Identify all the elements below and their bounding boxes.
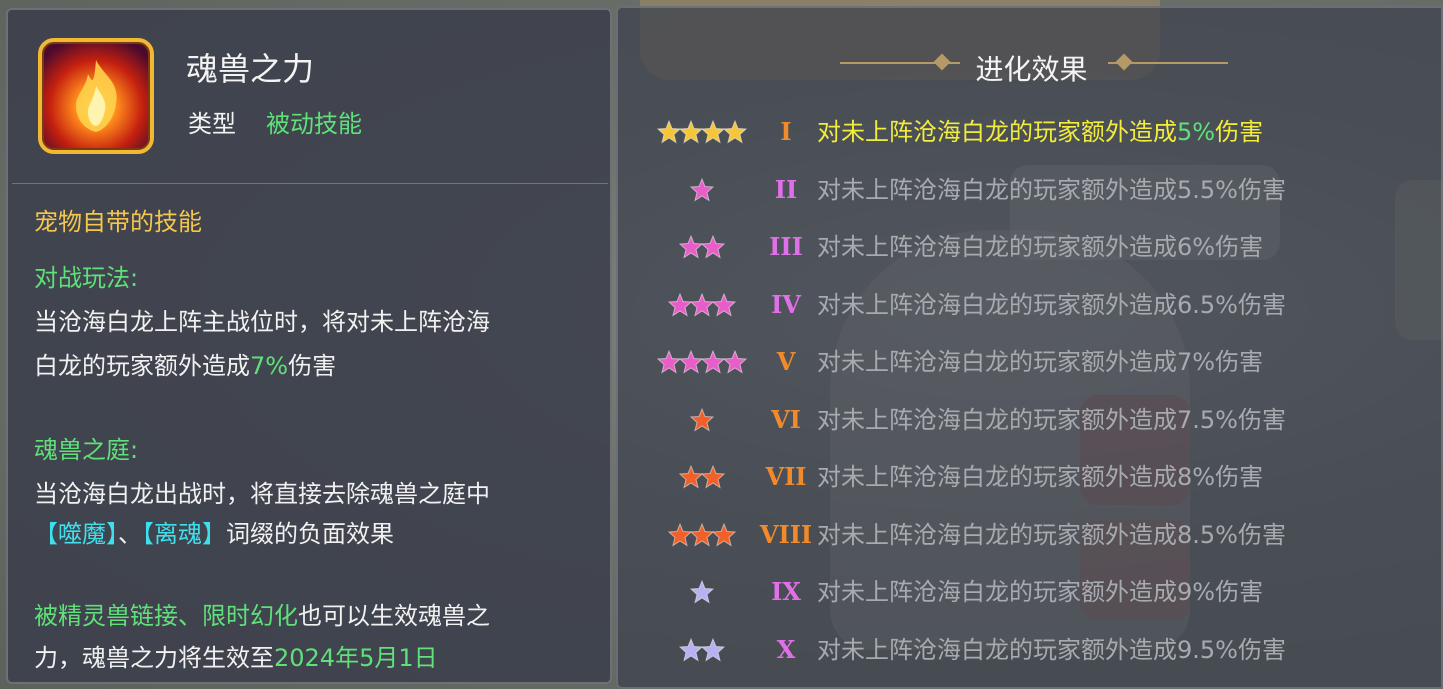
battle-heading: 对战玩法: <box>34 264 139 292</box>
evolution-effect-text: 对未上阵沧海白龙的玩家额外造成7%伤害 <box>817 348 1264 376</box>
evolution-row-5: V 对未上阵沧海白龙的玩家额外造成7%伤害 <box>618 342 1443 382</box>
evolution-row-8: VIII 对未上阵沧海白龙的玩家额外造成8.5%伤害 <box>618 515 1443 555</box>
star-rating <box>646 572 758 612</box>
star-icon <box>723 350 747 374</box>
evolution-effect-text: 对未上阵沧海白龙的玩家额外造成8.5%伤害 <box>817 520 1286 549</box>
star-icon <box>679 637 703 662</box>
skill-name: 魂兽之力 <box>186 50 315 88</box>
skill-type-value: 被动技能 <box>266 110 362 138</box>
effect-value: 5% <box>1177 118 1216 146</box>
star-icon <box>690 292 714 317</box>
battle-text-line-1: 当沧海白龙上阵主战位时，将对未上阵沧海 <box>34 308 490 336</box>
evolution-row-10: X 对未上阵沧海白龙的玩家额外造成9.5%伤害 <box>618 630 1443 670</box>
star-icon <box>679 235 703 259</box>
star-icon <box>690 580 714 604</box>
evolution-effect-text: 对未上阵沧海白龙的玩家额外造成8%伤害 <box>817 463 1264 491</box>
star-rating <box>646 285 758 325</box>
skill-type-label: 类型 <box>188 110 236 138</box>
star-icon <box>679 465 703 489</box>
courtyard-heading: 魂兽之庭: <box>34 436 139 464</box>
star-icon <box>668 292 692 317</box>
star-icon <box>679 120 703 144</box>
affix-tag: 【噬魔】 <box>34 520 118 548</box>
star-icon <box>690 522 714 547</box>
star-rating <box>646 227 758 267</box>
star-icon <box>690 407 714 432</box>
affix-tag: 【离魂】 <box>142 520 226 548</box>
star-icon <box>701 350 725 374</box>
evolution-level-numeral: IX <box>771 577 801 606</box>
star-rating <box>646 170 758 210</box>
star-rating <box>646 515 758 555</box>
evolution-level-numeral: IV <box>771 289 801 319</box>
evolution-effect-text: 对未上阵沧海白龙的玩家额外造成6%伤害 <box>817 233 1264 261</box>
courtyard-text-line-2: 【噬魔】、【离魂】词缀的负面效果 <box>34 520 394 548</box>
evolution-panel: 进化效果 I 对未上阵沧海白龙的玩家额外造成5%伤害 II 对未上阵沧海白龙的玩家额外… <box>616 6 1443 689</box>
star-icon <box>657 120 681 144</box>
evolution-effect-text: 对未上阵沧海白龙的玩家额外造成6.5%伤害 <box>817 290 1286 319</box>
evolution-level-numeral: III <box>769 232 803 261</box>
star-rating <box>646 112 758 152</box>
skill-detail-panel: 魂兽之力 类型 被动技能 宠物自带的技能 对战玩法: 当沧海白龙上阵主战位时，将… <box>6 8 612 684</box>
divider <box>12 183 608 184</box>
fire-skill-icon <box>38 38 154 154</box>
star-icon <box>712 292 736 317</box>
courtyard-text-line-1: 当沧海白龙出战时，将直接去除魂兽之庭中 <box>34 480 490 508</box>
evolution-level-numeral: V <box>776 347 796 376</box>
evolution-level-numeral: X <box>776 634 796 664</box>
battle-bonus-value: 7% <box>250 352 289 380</box>
evolution-effect-text: 对未上阵沧海白龙的玩家额外造成7.5%伤害 <box>817 405 1286 434</box>
evolution-row-7: VII 对未上阵沧海白龙的玩家额外造成8%伤害 <box>618 457 1443 497</box>
star-icon <box>701 120 725 144</box>
evolution-effect-text: 对未上阵沧海白龙的玩家额外造成5%伤害 <box>817 118 1264 146</box>
star-rating <box>646 630 758 670</box>
pet-skill-heading: 宠物自带的技能 <box>34 208 202 236</box>
star-icon <box>679 350 703 374</box>
link-text-line-2: 力，魂兽之力将生效至2024年5月1日 <box>34 644 438 672</box>
link-text-line-1: 被精灵兽链接、限时幻化也可以生效魂兽之 <box>34 602 490 630</box>
evolution-level-numeral: VIII <box>759 519 813 549</box>
star-icon <box>701 465 725 489</box>
star-rating <box>646 342 758 382</box>
star-icon <box>723 120 747 144</box>
evolution-row-1: I 对未上阵沧海白龙的玩家额外造成5%伤害 <box>618 112 1443 152</box>
star-rating <box>646 400 758 440</box>
evolution-row-3: III 对未上阵沧海白龙的玩家额外造成6%伤害 <box>618 227 1443 267</box>
star-rating <box>646 457 758 497</box>
evolution-row-9: IX 对未上阵沧海白龙的玩家额外造成9%伤害 <box>618 572 1443 612</box>
evolution-row-6: VI 对未上阵沧海白龙的玩家额外造成7.5%伤害 <box>618 400 1443 440</box>
star-icon <box>701 235 725 259</box>
evolution-level-numeral: VI <box>771 404 801 434</box>
expiry-date: 2024年5月1日 <box>274 644 438 672</box>
evolution-effect-text: 对未上阵沧海白龙的玩家额外造成9%伤害 <box>817 578 1264 606</box>
evolution-row-4: IV 对未上阵沧海白龙的玩家额外造成6.5%伤害 <box>618 285 1443 325</box>
star-icon <box>701 637 725 662</box>
star-icon <box>657 350 681 374</box>
star-icon <box>712 522 736 547</box>
evolution-level-numeral: VII <box>765 462 807 491</box>
evolution-effect-text: 对未上阵沧海白龙的玩家额外造成9.5%伤害 <box>817 635 1286 664</box>
evolution-level-numeral: II <box>774 174 798 204</box>
battle-text-line-2: 白龙的玩家额外造成7%伤害 <box>34 352 337 380</box>
evolution-level-numeral: I <box>780 117 792 146</box>
title-ornament <box>1108 62 1228 64</box>
evolution-title: 进化效果 <box>975 53 1088 86</box>
evolution-row-2: II 对未上阵沧海白龙的玩家额外造成5.5%伤害 <box>618 170 1443 210</box>
evolution-effect-text: 对未上阵沧海白龙的玩家额外造成5.5%伤害 <box>817 175 1286 204</box>
star-icon <box>668 522 692 547</box>
star-icon <box>690 177 714 202</box>
